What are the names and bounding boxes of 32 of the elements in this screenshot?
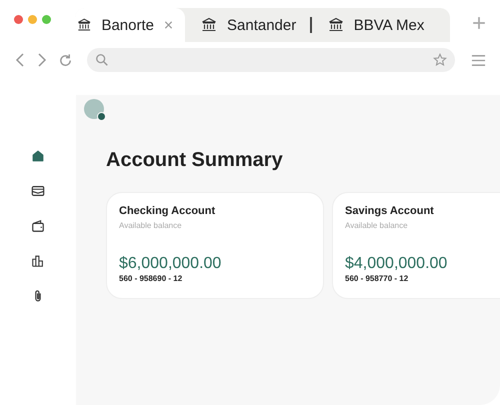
reload-icon[interactable]	[58, 52, 73, 68]
account-number: 560 - 958770 - 12	[345, 274, 410, 283]
account-balance: $6,000,000.00	[119, 255, 222, 273]
avatar-icon[interactable]	[84, 99, 108, 123]
close-tab-icon[interactable]	[164, 20, 173, 30]
home-icon[interactable]	[31, 149, 45, 163]
search-icon	[95, 53, 109, 67]
account-card[interactable]: Checking Account Available balance $6,000,000.00 560 - 958690 - 12	[106, 192, 324, 299]
back-icon[interactable]	[14, 52, 26, 68]
close-window-button[interactable]	[14, 15, 23, 24]
page-title: Account Summary	[106, 149, 284, 172]
balance-caption: Available balance	[119, 221, 183, 230]
menu-icon[interactable]	[471, 52, 486, 68]
forward-icon[interactable]	[36, 52, 48, 68]
browser-tab[interactable]: Banorte	[75, 8, 185, 42]
minimize-window-button[interactable]	[28, 15, 37, 24]
account-number: 560 - 958690 - 12	[119, 274, 184, 283]
balance-caption: Available balance	[345, 221, 409, 230]
account-name: Checking Account	[119, 205, 216, 217]
bank-icon	[328, 17, 344, 33]
account-balance: $4,000,000.00	[345, 255, 448, 273]
account-name: Savings Account	[345, 205, 435, 217]
browser-tab[interactable]: Santander	[185, 8, 310, 42]
account-card[interactable]: Savings Account Available balance $4,000,000.00 560 - 958770 - 12	[332, 192, 500, 299]
inbox-icon[interactable]	[31, 184, 45, 198]
bank-icon	[77, 17, 92, 33]
star-icon[interactable]	[433, 53, 447, 67]
chart-icon[interactable]	[31, 254, 45, 268]
wallet-icon[interactable]	[31, 219, 45, 233]
bank-icon	[201, 17, 217, 33]
maximize-window-button[interactable]	[42, 15, 51, 24]
browser-tab[interactable]: BBVA Mex	[312, 8, 438, 42]
